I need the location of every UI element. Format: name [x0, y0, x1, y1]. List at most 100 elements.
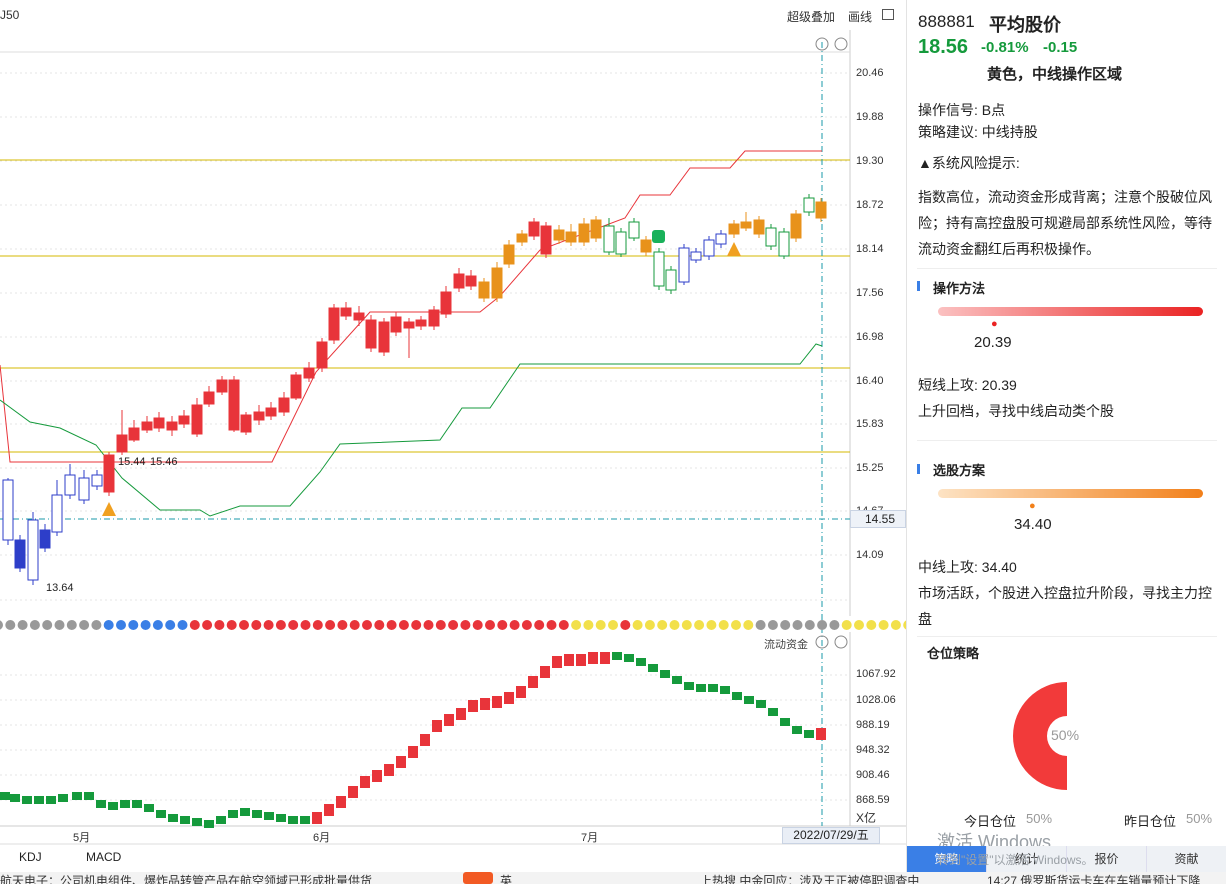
candlestick [365, 319, 377, 349]
flow-bar [324, 804, 334, 816]
watermark-subtitle: 转到"设置"以激活 Windows。 [937, 853, 1094, 867]
yesterday-position-value: 50% [1186, 811, 1213, 826]
candlestick [690, 251, 702, 261]
candlestick [390, 316, 402, 333]
candlestick [378, 321, 390, 353]
flow-bar [84, 792, 94, 800]
flow-bar [600, 652, 610, 664]
candlestick [428, 309, 440, 327]
flow-bar [816, 728, 826, 740]
tab-contribution[interactable]: 资献 [1147, 846, 1226, 872]
candlestick [440, 291, 452, 315]
flow-bar [96, 800, 106, 808]
status-dot [767, 620, 778, 630]
stock-code: 888881 [918, 12, 975, 31]
today-position-value: 50% [1026, 811, 1053, 826]
status-dot [571, 620, 582, 630]
flow-bar [792, 726, 802, 734]
flow-tick: 1067.92 [856, 668, 896, 680]
news-right[interactable]: 14:27 俄罗斯货运卡车在车销量预计下降 [987, 872, 1200, 884]
candlestick [503, 244, 515, 265]
layout-grid-icon[interactable] [882, 9, 894, 20]
status-dot [152, 620, 163, 630]
news-mid[interactable]: 上热搜 中金回应：涉及王正被停职调查中 [700, 872, 919, 884]
price-tick: 19.88 [856, 111, 884, 123]
status-dot [435, 620, 446, 630]
low-annotation: 13.64 [46, 582, 74, 594]
candlestick [753, 219, 765, 235]
price-tick: 18.14 [856, 243, 884, 255]
candlestick [516, 233, 528, 243]
flow-tick: 988.19 [856, 719, 890, 731]
flow-bar [46, 796, 56, 804]
section-marker [917, 281, 920, 291]
candlestick [790, 213, 802, 239]
current-date-tag: 2022/07/29/五 [782, 827, 880, 844]
current-price-tag: 14.55 [850, 510, 906, 528]
status-dot [337, 620, 348, 630]
section-marker [917, 464, 920, 474]
status-dot [0, 620, 3, 630]
flow-bar [300, 816, 310, 824]
candlestick [653, 251, 665, 287]
operation-gradient-bar [938, 307, 1203, 316]
flow-bar [612, 652, 622, 660]
flow-bar [720, 686, 730, 694]
candlestick [465, 275, 477, 287]
status-dot [583, 620, 594, 630]
flow-bar [168, 814, 178, 822]
draw-line-button[interactable]: 画线 [848, 8, 872, 25]
flow-bar [684, 682, 694, 690]
status-dot [448, 620, 459, 630]
chart-area[interactable]: J50 超级叠加 画线 20.46 19.88 19.30 18.72 18.1… [0, 0, 906, 884]
candlestick [265, 407, 277, 417]
tab-kdj[interactable]: KDJ [19, 850, 42, 864]
flow-bar [0, 792, 10, 800]
status-dot [5, 620, 16, 630]
selection-line1: 中线上攻: 34.40 [918, 559, 1017, 575]
candlestick [191, 404, 203, 435]
status-dot [226, 620, 237, 630]
status-dot [411, 620, 422, 630]
flow-bar [504, 692, 514, 704]
flow-bar [516, 686, 526, 698]
candlestick [216, 379, 228, 393]
flow-bar [228, 810, 238, 818]
month-label: 5月 [73, 832, 91, 844]
flow-bar [144, 804, 154, 812]
candlestick [590, 219, 602, 239]
buy-signal-icon [102, 502, 116, 516]
status-dot [423, 620, 434, 630]
candlestick [2, 479, 14, 541]
selection-value: 34.40 [1014, 516, 1052, 533]
news-left[interactable]: 航天电子：公司机电组件、爆炸品转管产品在航空领域已形成批量供货 [0, 872, 372, 884]
status-dot [288, 620, 299, 630]
price-tick: 16.40 [856, 375, 884, 387]
kline-chart[interactable] [0, 0, 906, 884]
candlestick [403, 321, 415, 329]
candlestick [491, 267, 503, 299]
status-dot [755, 620, 766, 630]
ime-mode[interactable]: 英 [500, 872, 512, 884]
risk-text: 指数高位，流动资金形成背离；注意个股破位风险；持有高控盘股可规避局部系统性风险，… [918, 189, 1212, 257]
status-dot [79, 620, 90, 630]
status-dot [608, 620, 618, 630]
status-dot [878, 620, 889, 630]
candlestick [91, 474, 103, 487]
price-tick: 15.25 [856, 462, 884, 474]
flow-tick: 1028.06 [856, 694, 896, 706]
status-dot [792, 620, 803, 630]
status-dot [202, 620, 213, 630]
flow-bar [804, 730, 814, 738]
flow-bar [564, 654, 574, 666]
price-tick: 15.83 [856, 418, 884, 430]
signal-text: 操作信号: B点 [918, 102, 1006, 118]
candlestick [228, 379, 240, 431]
flow-bar [216, 816, 226, 824]
buy-signal-icon [727, 242, 741, 256]
super-overlay-button[interactable]: 超级叠加 [787, 8, 835, 25]
status-dot [632, 620, 643, 630]
selection-gradient-bar [938, 489, 1203, 498]
candlestick [640, 239, 652, 253]
tab-macd[interactable]: MACD [86, 850, 121, 864]
